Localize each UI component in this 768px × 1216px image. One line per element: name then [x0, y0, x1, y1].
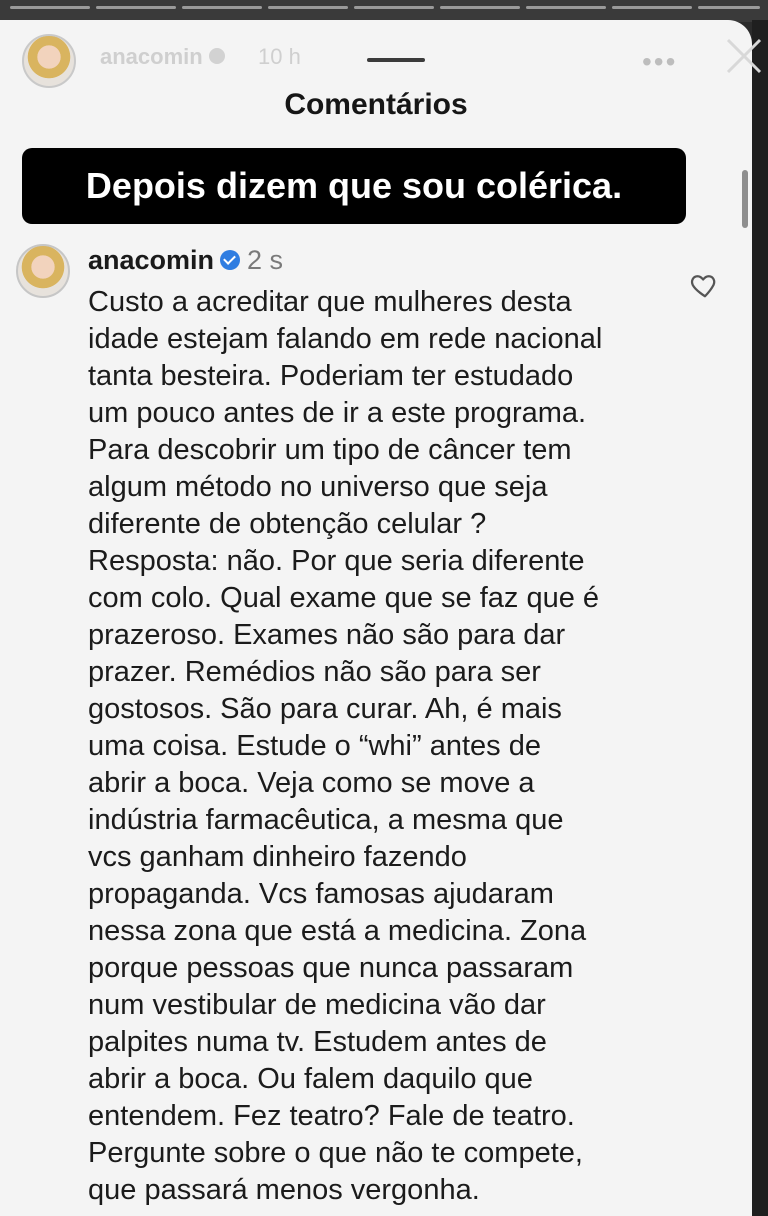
comment-timestamp: 2 s	[247, 245, 284, 275]
story-progress-segment	[526, 6, 606, 9]
comment-line: um pouco antes de ir a este programa.	[88, 397, 587, 429]
story-progress-segment	[10, 6, 90, 9]
like-heart-icon[interactable]	[690, 270, 720, 300]
comment-username-text[interactable]: anacomin	[88, 245, 214, 275]
story-avatar[interactable]	[22, 34, 76, 88]
more-horizontal-icon[interactable]: •••	[642, 46, 677, 78]
story-timestamp: 10 h	[258, 44, 301, 69]
comment-line: abrir a boca. Ou falem daquilo que	[88, 1063, 533, 1095]
comment-line: indústria farmacêutica, a mesma que	[88, 804, 564, 836]
comment-line: num vestibular de medicina vão dar	[88, 989, 546, 1021]
story-progress-segment	[440, 6, 520, 9]
comment-line: gostosos. São para curar. Ah, é mais	[88, 693, 562, 725]
comment-line: Resposta: não. Por que seria diferente	[88, 545, 585, 577]
verified-badge-icon	[208, 48, 225, 65]
story-caption: Depois dizem que sou colérica.	[22, 148, 686, 224]
story-progress-bars	[0, 0, 768, 22]
sheet-drag-handle[interactable]	[367, 58, 425, 62]
story-username-text[interactable]: anacomin	[100, 44, 203, 69]
comment-line: nessa zona que está a medicina. Zona	[88, 915, 587, 947]
comment-body: Custo a acreditar que mulheres desta ida…	[88, 284, 688, 1209]
comments-sheet: anacomin 10 h ••• Comentários Depois diz…	[0, 20, 762, 1216]
story-header: anacomin 10 h •••	[22, 34, 762, 92]
comment-line: tanta besteira. Poderiam ter estudado	[88, 360, 574, 392]
comment-line: vcs ganham dinheiro fazendo	[88, 841, 467, 873]
background-edge	[752, 20, 768, 1216]
story-progress-segment	[268, 6, 348, 9]
comment-line: uma coisa. Estude o “whi” antes de	[88, 730, 541, 762]
story-progress-segment	[182, 6, 262, 9]
story-progress-segment	[354, 6, 434, 9]
comment-line: com colo. Qual exame que se faz que é	[88, 582, 600, 614]
comment-line: palpites numa tv. Estudem antes de	[88, 1026, 547, 1058]
comment-line: prazer. Remédios não são para ser	[88, 656, 541, 688]
comment-line: abrir a boca. Veja como se move a	[88, 767, 535, 799]
comment-line: diferente de obtenção celular ?	[88, 508, 487, 540]
comment-line: porque pessoas que nunca passaram	[88, 952, 574, 984]
comment-line: que passará menos vergonha.	[88, 1174, 480, 1206]
comment-line: Pergunte sobre o que não te compete,	[88, 1137, 583, 1169]
comment-username[interactable]: anacomin	[88, 245, 241, 276]
verified-badge-icon	[220, 250, 241, 270]
comment-line: propaganda. Vcs famosas ajudaram	[88, 878, 554, 910]
comment-line: Para descobrir um tipo de câncer tem	[88, 434, 572, 466]
scrollbar[interactable]	[742, 170, 748, 228]
comment-line: Custo a acreditar que mulheres desta	[88, 286, 572, 318]
close-icon[interactable]	[722, 34, 766, 78]
comment-line: idade estejam falando em rede nacional	[88, 323, 603, 355]
story-progress-segment	[698, 6, 760, 9]
comment-avatar[interactable]	[16, 244, 70, 298]
story-progress-segment	[96, 6, 176, 9]
comment-line: prazeroso. Exames não são para dar	[88, 619, 566, 651]
comment-line: entendem. Fez teatro? Fale de teatro.	[88, 1100, 575, 1132]
sheet-title: Comentários	[284, 88, 468, 121]
story-progress-segment	[612, 6, 692, 9]
comment-line: algum método no universo que seja	[88, 471, 548, 503]
story-username[interactable]: anacomin	[100, 44, 225, 70]
